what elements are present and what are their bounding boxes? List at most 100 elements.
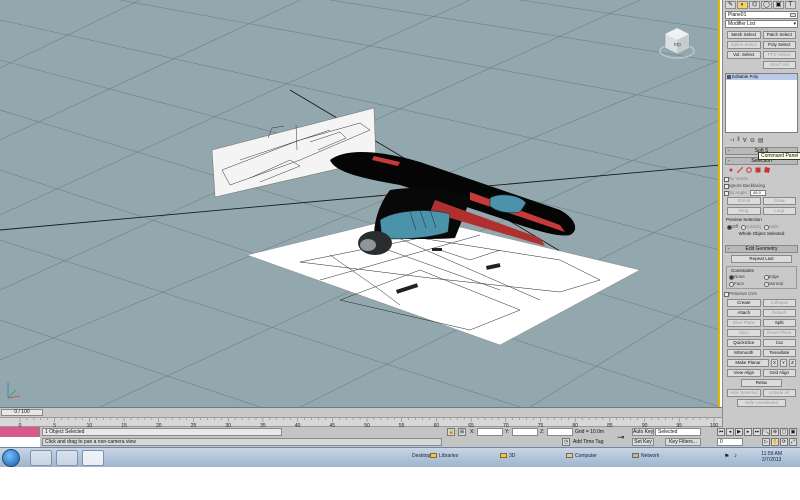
explorer-taskbar-icon[interactable] <box>30 450 52 466</box>
relax-button[interactable]: Relax <box>740 379 783 387</box>
time-slider-bar[interactable]: 0 / 100 <box>0 407 722 417</box>
msmooth-button[interactable]: MSmooth <box>727 349 761 357</box>
slice-plane-button[interactable]: Slice Plane <box>727 319 761 327</box>
ring-button[interactable]: Ring <box>727 207 761 215</box>
planar-z-button[interactable]: Z <box>789 359 796 367</box>
taskbar-link-3d[interactable]: 3D <box>500 453 515 459</box>
planar-x-button[interactable]: X <box>771 359 778 367</box>
perspective-viewport[interactable]: top <box>0 0 720 407</box>
ffd-select-button[interactable]: FFD Select <box>762 51 796 59</box>
vol-select-button[interactable]: Vol. Select <box>727 51 761 59</box>
absolute-mode-icon[interactable]: ⊞ <box>458 428 466 436</box>
repeat-last-button[interactable]: Repeat Last <box>731 255 792 263</box>
set-key-button[interactable]: Set Key <box>632 438 654 446</box>
view-align-button[interactable]: View Align <box>727 369 761 377</box>
maximize-viewport-icon[interactable]: ⤢ <box>789 438 797 446</box>
zoom-all-icon[interactable]: ⊕ <box>771 428 779 436</box>
z-coord-field[interactable] <box>547 428 573 436</box>
auto-key-button[interactable]: Auto Key <box>632 428 654 436</box>
grid-align-button[interactable]: Grid Align <box>762 369 796 377</box>
patch-select-button[interactable]: Patch Select <box>762 31 796 39</box>
object-name-field[interactable]: Plane01 <box>725 11 798 19</box>
cut-button[interactable]: Cut <box>762 339 796 347</box>
viewcube-icon[interactable]: top <box>658 24 696 60</box>
key-icon[interactable]: ⊸ <box>617 433 625 442</box>
hide-selected-button[interactable]: Hide Selected <box>727 389 761 397</box>
create-button[interactable]: Create <box>727 299 761 307</box>
constraint-normal-radio[interactable]: Normal <box>763 280 796 287</box>
utilities-tab-icon[interactable]: T <box>785 1 796 9</box>
unhide-all-button[interactable]: Unhide All <box>762 389 796 397</box>
object-color-swatch[interactable] <box>790 13 796 17</box>
taskbar-link-network[interactable]: Network <box>632 453 659 459</box>
hide-unselected-button[interactable]: Hide Unselected <box>737 399 786 407</box>
quickslice-button[interactable]: QuickSlice <box>727 339 761 347</box>
start-button-icon[interactable] <box>2 449 20 467</box>
tray-flag-icon[interactable]: ⚑ <box>724 453 729 460</box>
lock-selection-icon[interactable]: 🔒 <box>447 428 455 436</box>
preview-multi-radio[interactable]: Multi <box>763 223 778 230</box>
system-clock[interactable]: 11:59 AM 2/7/2013 <box>761 451 782 463</box>
spline-select-button[interactable]: Spline Select <box>727 41 761 49</box>
split-button[interactable]: Split <box>762 319 796 327</box>
taskbar-link-computer[interactable]: Computer <box>566 453 597 459</box>
current-frame-field[interactable]: 0 <box>717 438 743 446</box>
nsurf-sel-button[interactable]: NSurf Sel <box>762 61 796 69</box>
modify-tab-icon[interactable]: ◐ <box>737 1 748 9</box>
taskbar-link-desktop[interactable]: Desktop <box>412 453 430 459</box>
slice-button[interactable]: Slice <box>727 329 761 337</box>
3ds-max-taskbar-icon[interactable] <box>82 450 104 466</box>
time-tag-icon[interactable]: ◷ <box>562 438 570 446</box>
key-set-dropdown[interactable]: Selected <box>655 428 701 436</box>
reset-plane-button[interactable]: Reset Plane <box>762 329 796 337</box>
modifier-stack[interactable]: Editable Poly <box>725 73 798 133</box>
go-to-end-icon[interactable]: ⏭ <box>753 428 761 436</box>
preview-subobj-radio[interactable]: SubObj <box>740 223 761 230</box>
zoom-icon[interactable]: 🔍 <box>762 428 770 436</box>
by-angle-checkbox[interactable]: By Angle: <box>723 189 748 196</box>
polygon-mode-icon[interactable] <box>755 167 761 173</box>
by-vertex-checkbox[interactable]: By Vertex <box>723 175 800 182</box>
time-slider-thumb[interactable]: 0 / 100 <box>1 409 43 416</box>
edit-geometry-rollout[interactable]: Edit Geometry <box>725 245 798 253</box>
preserve-uvs-checkbox[interactable]: Preserve UVs <box>723 290 800 297</box>
previous-frame-icon[interactable]: ◂ <box>726 428 734 436</box>
display-tab-icon[interactable]: ▣ <box>773 1 784 9</box>
internet-explorer-taskbar-icon[interactable] <box>56 450 78 466</box>
field-of-view-icon[interactable]: ▷ <box>762 438 770 446</box>
by-angle-value-field[interactable]: 45.0 <box>750 189 767 196</box>
planar-y-button[interactable]: Y <box>780 359 787 367</box>
tessellate-button[interactable]: Tessellate <box>762 349 796 357</box>
poly-select-button[interactable]: Poly Select <box>762 41 796 49</box>
constraint-face-radio[interactable]: Face <box>728 280 761 287</box>
ignore-backfacing-checkbox[interactable]: Ignore Backfacing <box>723 182 800 189</box>
taskbar-link-libraries[interactable]: Libraries <box>430 453 458 459</box>
edge-mode-icon[interactable] <box>737 167 743 173</box>
zoom-extents-all-icon[interactable]: ▣ <box>789 428 797 436</box>
next-frame-icon[interactable]: ▸ <box>744 428 752 436</box>
preview-off-radio[interactable]: Off <box>726 223 738 230</box>
x-coord-field[interactable] <box>477 428 503 436</box>
collapse-button[interactable]: Collapse <box>762 299 796 307</box>
vertex-mode-icon[interactable] <box>728 167 734 173</box>
key-filters-button[interactable]: Key Filters... <box>665 438 701 446</box>
constraint-edge-radio[interactable]: Edge <box>763 273 796 280</box>
play-icon[interactable]: ▶ <box>735 428 743 436</box>
orbit-icon[interactable]: ⟳ <box>780 438 788 446</box>
tray-volume-icon[interactable]: ♪ <box>734 453 737 459</box>
pin-stack-icon[interactable]: ⊣ <box>729 137 734 144</box>
grow-button[interactable]: Grow <box>762 197 796 205</box>
configure-sets-icon[interactable]: ▤ <box>758 137 764 144</box>
show-end-result-icon[interactable]: ‖ <box>737 137 739 143</box>
make-unique-icon[interactable]: ∀ <box>743 137 747 144</box>
modifier-list-dropdown[interactable]: Modifier List ▾ <box>725 20 798 28</box>
shrink-button[interactable]: Shrink <box>727 197 761 205</box>
pan-view-icon[interactable]: ✋ <box>771 438 779 446</box>
add-time-tag-label[interactable]: Add Time Tag <box>573 438 603 446</box>
track-bar[interactable]: 0 5 10 15 20 25 30 35 40 45 50 55 60 65 70 75 80 85 90 95 10… <box>0 417 722 428</box>
stack-item-editable-poly[interactable]: Editable Poly <box>726 74 797 80</box>
create-tab-icon[interactable]: ✎ <box>725 1 736 9</box>
loop-button[interactable]: Loop <box>762 207 796 215</box>
detach-button[interactable]: Detach <box>762 309 796 317</box>
zoom-extents-icon[interactable]: ▢ <box>780 428 788 436</box>
